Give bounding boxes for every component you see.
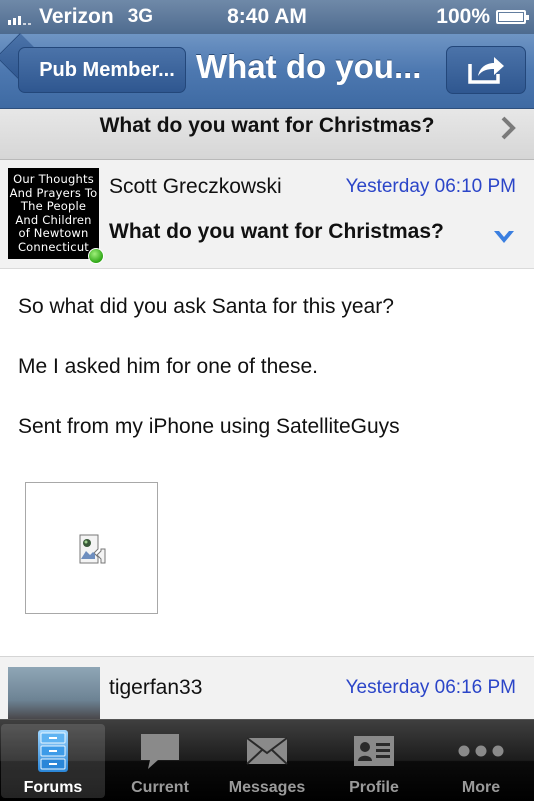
post-timestamp: Yesterday 06:10 PM [345,176,516,197]
tab-label: Current [131,779,189,796]
more-dots-icon [458,745,504,757]
battery-icon [496,10,529,24]
back-button[interactable]: Pub Member... [18,47,186,93]
broken-image-icon [79,534,106,564]
post-paragraph: Me I asked him for one of these. [18,355,318,378]
profile-card-icon [354,736,394,766]
thread-header[interactable]: What do you want for Christmas? [0,109,534,160]
avatar[interactable]: Our Thoughts And Prayers To The People A… [8,168,99,259]
tab-messages[interactable]: Messages [215,724,319,798]
tab-label: Forums [23,779,83,796]
post-paragraph: Sent from my iPhone using SatelliteGuys [18,415,400,438]
avatar[interactable] [8,667,100,720]
post-author[interactable]: Scott Greczkowski [109,175,282,199]
tab-bar: Forums Current Messages Profile More [0,719,534,801]
tab-label: More [461,779,501,796]
next-post-header[interactable]: tigerfan33 Yesterday 06:16 PM [0,656,534,720]
share-button[interactable] [446,46,526,94]
nav-title: What do you... [196,48,422,85]
attached-image[interactable] [25,482,158,614]
envelope-icon [246,737,288,765]
post-body: So what did you ask Santa for this year?… [18,294,518,474]
forums-icon [38,730,68,772]
post-author[interactable]: tigerfan33 [109,676,202,700]
post-timestamp: Yesterday 06:16 PM [345,677,516,698]
tab-label: Profile [349,779,399,796]
chevron-right-icon [501,116,516,140]
back-button-label: Pub Member... [39,58,175,81]
battery-percent: 100% [436,5,490,28]
status-right: 100% [436,5,529,29]
tab-more[interactable]: More [429,724,533,798]
status-bar: Verizon 3G 8:40 AM 100% [0,0,534,34]
tab-current[interactable]: Current [108,724,212,798]
post-header: Our Thoughts And Prayers To The People A… [0,160,534,269]
speech-bubble-icon [141,734,179,769]
navigation-bar: Pub Member... What do you... [0,32,534,109]
avatar-text: Our Thoughts And Prayers To The People A… [9,172,98,254]
tab-forums[interactable]: Forums [1,724,105,798]
share-icon [468,57,504,84]
chevron-down-icon[interactable] [492,228,516,246]
post-paragraph: So what did you ask Santa for this year? [18,295,394,318]
tab-profile[interactable]: Profile [322,724,426,798]
online-status-icon [88,248,104,264]
thread-title: What do you want for Christmas? [99,114,435,137]
post-title: What do you want for Christmas? [109,220,444,243]
tab-label: Messages [228,779,306,796]
